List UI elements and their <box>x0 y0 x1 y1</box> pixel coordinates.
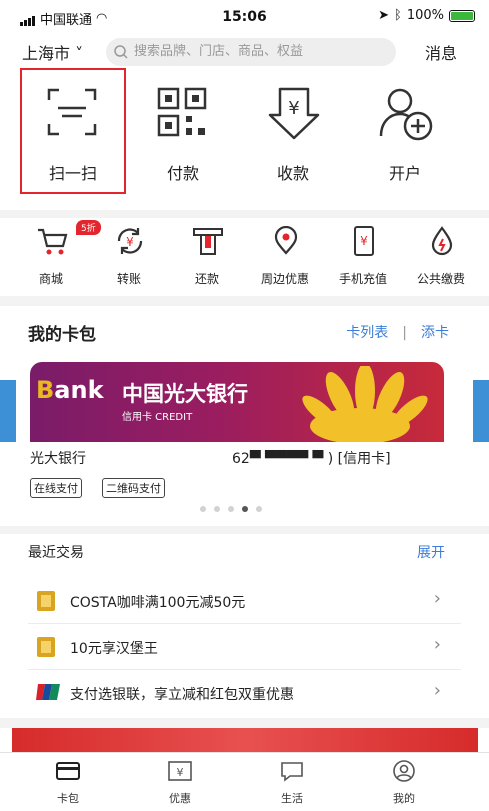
unionpay-icon <box>36 684 60 700</box>
add-card-link[interactable]: 添卡 <box>421 325 449 341</box>
open-account-label: 开户 <box>388 164 421 183</box>
open-account-button[interactable]: 开户 <box>350 68 460 196</box>
location-arrow-icon: ➤ <box>378 8 390 23</box>
coupon-gold-icon <box>37 591 55 611</box>
list-item[interactable]: 支付选银联，享立减和红包双重优惠 › <box>0 670 489 716</box>
list-item[interactable]: 10元享汉堡王 › <box>0 624 489 670</box>
water-drop-icon <box>431 226 453 256</box>
battery-percent: 100% <box>406 8 444 23</box>
highlight-box <box>20 68 126 194</box>
status-right: ➤ ᛒ 100% <box>378 8 475 23</box>
receive-label: 收款 <box>276 164 309 183</box>
service-repay[interactable]: 还款 <box>172 222 242 292</box>
tab-label: 我的 <box>393 792 415 805</box>
service-label: 手机充值 <box>338 272 387 286</box>
chevron-right-icon: › <box>433 588 441 609</box>
status-bar: 中国联通 ◠ 15:06 ➤ ᛒ 100% <box>0 0 489 32</box>
divider <box>0 526 489 534</box>
chevron-right-icon: › <box>433 680 441 701</box>
pager-dot[interactable] <box>214 506 220 512</box>
pager-dot[interactable] <box>228 506 234 512</box>
coupon-gold-icon <box>37 637 55 657</box>
card-list-link[interactable]: 卡列表 <box>346 325 388 341</box>
transfer-icon: ¥ <box>117 228 143 254</box>
link-separator: | <box>402 325 407 341</box>
divider <box>0 296 489 306</box>
service-label: 还款 <box>194 272 219 286</box>
messages-button[interactable]: 消息 <box>425 40 457 64</box>
coupon-icon: ¥ <box>168 761 192 781</box>
bank-logo: Bank <box>36 376 104 404</box>
tag-qr-pay: 二维码支付 <box>102 478 165 498</box>
bank-card[interactable]: Bank 中国光大银行 信用卡 CREDIT <box>30 362 444 442</box>
search-input[interactable]: 搜索品牌、门店、商品、权益 <box>106 38 396 66</box>
qrcode-icon <box>157 87 207 137</box>
chat-icon <box>281 762 303 782</box>
service-label: 公共缴费 <box>416 272 465 286</box>
pager-dot[interactable] <box>200 506 206 512</box>
tab-label: 生活 <box>281 792 303 805</box>
service-label: 转账 <box>116 272 141 286</box>
card-bank-name: 光大银行 <box>30 451 86 467</box>
divider <box>0 210 489 218</box>
card-icon <box>56 762 80 780</box>
wallet-links: 卡列表 | 添卡 <box>346 322 449 342</box>
promo-banner[interactable] <box>12 728 478 752</box>
svg-text:¥: ¥ <box>126 235 134 249</box>
pay-label: 付款 <box>166 164 199 183</box>
service-label: 周边优惠 <box>260 272 309 286</box>
recent-title: 最近交易 <box>28 545 84 561</box>
pager-dot-active[interactable] <box>242 506 248 512</box>
add-user-icon <box>379 88 433 141</box>
card-pager <box>200 506 262 512</box>
bluetooth-icon: ᛒ <box>394 8 402 23</box>
list-item[interactable]: COSTA咖啡满100元减50元 › <box>0 578 489 624</box>
tag-online-pay: 在线支付 <box>30 478 82 498</box>
phone-recharge-icon: ¥ <box>354 226 374 256</box>
item-text: 10元享汉堡王 <box>70 641 158 657</box>
receive-icon: ¥ <box>268 87 320 140</box>
tab-label: 卡包 <box>57 792 79 805</box>
service-utility[interactable]: 公共缴费 <box>406 222 476 292</box>
card-number-masked: 62▀ ▀▀▀▀ ▀ ) [信用卡] <box>232 451 391 467</box>
card-subtitle: 信用卡 CREDIT <box>122 412 193 423</box>
repay-icon <box>193 228 223 255</box>
city-selector[interactable]: 上海市 ˅ <box>22 40 83 64</box>
chevron-down-icon: ˅ <box>70 44 84 63</box>
prev-card-peek[interactable] <box>0 380 16 442</box>
city-label: 上海市 <box>22 44 71 63</box>
service-recharge[interactable]: ¥ 手机充值 <box>328 222 398 292</box>
expand-link[interactable]: 展开 <box>417 542 445 562</box>
location-icon <box>274 226 298 255</box>
user-icon <box>393 760 415 782</box>
service-transfer[interactable]: ¥ 转账 <box>94 222 164 292</box>
chevron-right-icon: › <box>433 634 441 655</box>
svg-text:¥: ¥ <box>288 98 299 119</box>
search-placeholder: 搜索品牌、门店、商品、权益 <box>134 44 304 59</box>
service-nearby[interactable]: 周边优惠 <box>250 222 320 292</box>
cart-icon <box>38 228 68 255</box>
battery-icon <box>449 9 475 22</box>
svg-text:¥: ¥ <box>177 766 184 779</box>
receive-button[interactable]: ¥ 收款 <box>238 68 348 196</box>
next-card-peek[interactable] <box>473 380 489 442</box>
service-label: 商城 <box>38 272 63 286</box>
flower-decoration <box>302 366 428 442</box>
pager-dot[interactable] <box>256 506 262 512</box>
svg-text:¥: ¥ <box>360 234 368 248</box>
search-icon <box>114 45 128 59</box>
pay-button[interactable]: 付款 <box>128 68 238 196</box>
item-text: COSTA咖啡满100元减50元 <box>70 595 246 611</box>
item-text: 支付选银联，享立减和红包双重优惠 <box>70 687 294 703</box>
bank-name-cn: 中国光大银行 <box>122 382 248 406</box>
wallet-title: 我的卡包 <box>28 325 96 345</box>
tab-label: 优惠 <box>169 792 191 805</box>
divider <box>0 718 489 728</box>
